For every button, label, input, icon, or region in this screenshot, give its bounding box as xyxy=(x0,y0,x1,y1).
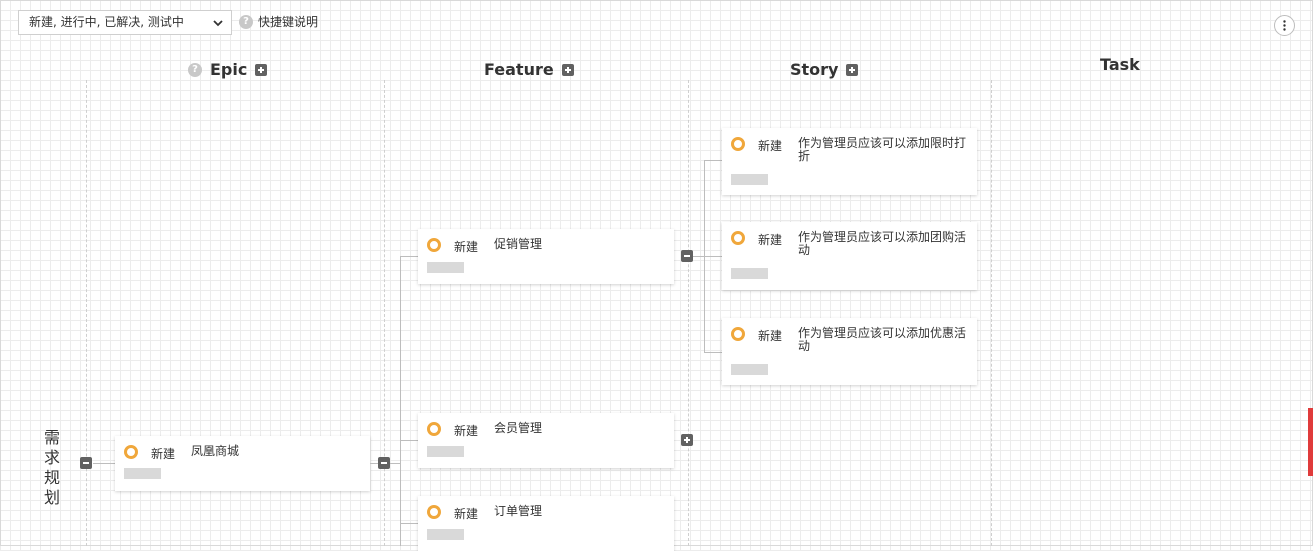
shortcut-label: 快捷键说明 xyxy=(258,15,319,29)
story-card[interactable]: 新建 作为管理员应该可以添加优惠活动 xyxy=(722,318,977,385)
connector-line xyxy=(400,523,418,524)
column-title-task: Task xyxy=(1100,55,1140,74)
status-filter-value: 新建, 进行中, 已解决, 测试中 xyxy=(29,15,184,29)
collapse-feature-icon[interactable] xyxy=(681,250,693,262)
epic-help-icon[interactable]: ? xyxy=(188,62,202,77)
add-epic-icon[interactable] xyxy=(255,63,268,76)
story-status: 新建 xyxy=(758,329,783,343)
help-icon: ? xyxy=(239,14,253,29)
feature-title: 促销管理 xyxy=(494,237,543,251)
expand-feature-icon[interactable] xyxy=(681,434,693,446)
column-title-feature: Feature xyxy=(484,60,554,79)
row-label-requirements: 需求规划 xyxy=(43,428,60,507)
column-divider xyxy=(688,80,689,546)
chevron-down-icon xyxy=(213,20,223,27)
column-header-task: Task xyxy=(1100,55,1140,74)
status-new-icon xyxy=(427,238,441,252)
story-card[interactable]: 新建 作为管理员应该可以添加限时打折 xyxy=(722,128,977,195)
column-divider xyxy=(991,80,992,546)
column-title-story: Story xyxy=(790,60,839,79)
add-story-icon[interactable] xyxy=(846,63,859,76)
story-status: 新建 xyxy=(758,139,783,153)
story-assignee-placeholder xyxy=(731,174,768,185)
feature-card[interactable]: 新建 会员管理 xyxy=(418,413,674,468)
connector-line xyxy=(370,463,378,464)
story-card[interactable]: 新建 作为管理员应该可以添加团购活动 xyxy=(722,222,977,290)
connector-line xyxy=(400,256,401,546)
more-vertical-icon xyxy=(1283,20,1286,31)
connector-line xyxy=(400,440,418,441)
feature-title: 订单管理 xyxy=(494,504,543,518)
status-new-icon xyxy=(427,505,441,519)
connector-line xyxy=(693,256,704,257)
status-new-icon xyxy=(427,422,441,436)
shortcut-help[interactable]: ? 快捷键说明 xyxy=(239,13,318,30)
story-title: 作为管理员应该可以添加团购活动 xyxy=(798,230,967,257)
more-options-button[interactable] xyxy=(1274,15,1295,36)
feature-title: 会员管理 xyxy=(494,421,543,435)
feature-card[interactable]: 新建 订单管理 xyxy=(418,496,674,551)
status-new-icon xyxy=(124,445,138,459)
column-divider xyxy=(384,80,385,546)
feature-status: 新建 xyxy=(454,424,479,438)
column-title-epic: Epic xyxy=(210,60,248,79)
feature-assignee-placeholder xyxy=(427,529,464,540)
story-status: 新建 xyxy=(758,233,783,247)
epic-title: 凤凰商城 xyxy=(191,444,240,458)
side-panel-tab[interactable] xyxy=(1308,408,1313,476)
story-title: 作为管理员应该可以添加优惠活动 xyxy=(798,326,967,353)
connector-line xyxy=(400,256,418,257)
status-new-icon xyxy=(731,327,745,341)
column-header-epic: ? Epic xyxy=(188,60,268,79)
column-header-feature: Feature xyxy=(484,60,574,79)
column-header-story: Story xyxy=(790,60,859,79)
status-new-icon xyxy=(731,231,745,245)
feature-assignee-placeholder xyxy=(427,446,464,457)
collapse-row-icon[interactable] xyxy=(80,457,92,469)
feature-status: 新建 xyxy=(454,507,479,521)
collapse-epic-icon[interactable] xyxy=(378,457,390,469)
status-filter-select[interactable]: 新建, 进行中, 已解决, 测试中 xyxy=(18,10,232,35)
epic-status: 新建 xyxy=(151,447,176,461)
story-title: 作为管理员应该可以添加限时打折 xyxy=(798,136,967,163)
feature-assignee-placeholder xyxy=(427,262,464,273)
connector-line xyxy=(390,463,400,464)
status-new-icon xyxy=(731,137,745,151)
feature-status: 新建 xyxy=(454,240,479,254)
epic-card[interactable]: 新建 凤凰商城 xyxy=(115,436,370,491)
connector-line xyxy=(704,256,722,257)
connector-line xyxy=(704,352,722,353)
add-feature-icon[interactable] xyxy=(561,63,574,76)
connector-line xyxy=(704,160,722,161)
feature-card[interactable]: 新建 促销管理 xyxy=(418,229,674,284)
connector-line xyxy=(93,463,115,464)
column-divider xyxy=(86,80,87,546)
story-assignee-placeholder xyxy=(731,364,768,375)
epic-assignee-placeholder xyxy=(124,468,161,479)
story-assignee-placeholder xyxy=(731,268,768,279)
